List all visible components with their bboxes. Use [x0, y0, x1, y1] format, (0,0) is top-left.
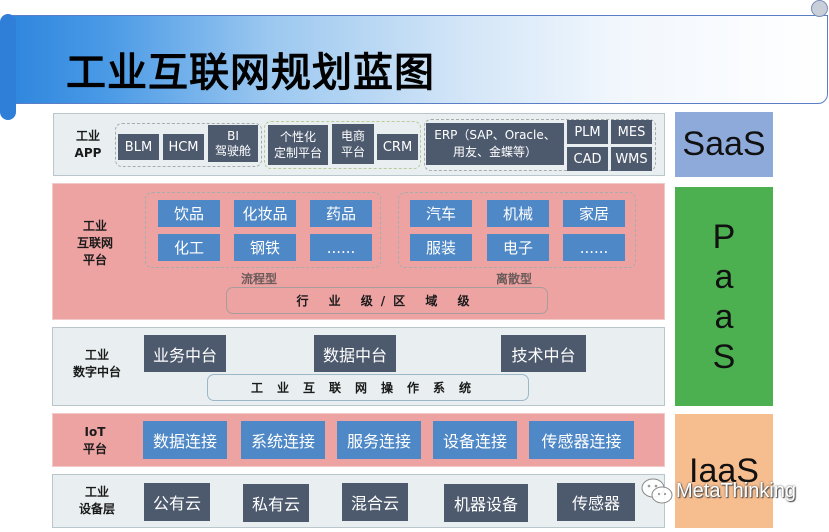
iot-device-connection: 设备连接 [433, 421, 517, 459]
device-sensors: 传感器 [557, 483, 635, 521]
discrete-type-caption: 离散型 [496, 272, 533, 286]
layer-label-device: 工业 设备层 [62, 484, 132, 518]
page-title: 工业互联网规划蓝图 [66, 50, 435, 96]
industry-chemical: 化工 [158, 234, 220, 261]
tier-paas: P a a S [675, 187, 773, 406]
bi-line: BI [227, 128, 239, 143]
paas-letter: P [712, 217, 736, 256]
industry-discrete-more: ...... [563, 234, 625, 261]
custom-line: 定制平台 [273, 146, 322, 160]
erp-line: ERP（SAP、Oracle、 [434, 128, 556, 142]
label-line: 工业 [75, 129, 100, 143]
device-machines: 机器设备 [444, 484, 528, 522]
custom-line: 个性化 [279, 130, 316, 144]
app-hcm: HCM [163, 134, 204, 160]
app-erp: ERP（SAP、Oracle、 用友、金蝶等） [426, 123, 564, 165]
banner-curl-icon [811, 0, 828, 17]
layer-label-iot: IoT 平台 [65, 424, 125, 458]
label-line: 工业 [84, 485, 109, 499]
industry-region-level-bar: 行 业 级/区 域 级 [226, 287, 548, 314]
industry-machinery: 机械 [487, 200, 549, 227]
app-blm: BLM [118, 134, 159, 160]
industry-cosmetics: 化妆品 [234, 200, 296, 227]
app-cad: CAD [567, 147, 608, 171]
industrial-os-bar: 工业互联网操作系统 [207, 374, 529, 401]
app-plm: PLM [567, 120, 608, 144]
iot-service-connection: 服务连接 [337, 421, 421, 459]
watermark: MetaThinking [640, 477, 796, 505]
label-line: 工业 [82, 219, 107, 233]
device-public-cloud: 公有云 [144, 483, 210, 521]
banner-scroll-roll [0, 14, 16, 120]
paas-letter: a [714, 257, 734, 296]
iot-system-connection: 系统连接 [241, 421, 325, 459]
data-middle-platform: 数据中台 [314, 335, 396, 372]
industry-process-more: ...... [310, 234, 372, 261]
industry-steel: 钢铁 [234, 234, 296, 261]
app-wms: WMS [611, 147, 652, 171]
label-line: 设备层 [78, 502, 115, 516]
watermark-text: MetaThinking [676, 479, 797, 502]
bi-line: 驾驶舱 [214, 143, 251, 158]
industry-electronics: 电子 [487, 234, 549, 261]
tier-iaas: IaaS [675, 414, 773, 528]
label-line: 平台 [82, 253, 107, 267]
tier-saas: SaaS [675, 112, 773, 177]
device-hybrid-cloud: 混合云 [342, 483, 408, 521]
label-line: 平台 [82, 442, 107, 456]
erp-line: 用友、金蝶等） [452, 145, 537, 159]
app-ecommerce-platform: 电商 平台 [332, 124, 374, 164]
app-bi-cockpit: BI 驾驶舱 [208, 125, 258, 162]
wechat-icon [641, 478, 673, 504]
layer-label-app: 工业 APP [58, 128, 118, 162]
industry-pharma: 药品 [310, 200, 372, 227]
tech-middle-platform: 技术中台 [501, 335, 586, 372]
iot-sensor-connection: 传感器连接 [529, 421, 634, 459]
app-crm: CRM [377, 134, 418, 160]
ecom-line: 电商 [340, 129, 365, 143]
device-private-cloud: 私有云 [243, 484, 309, 522]
layer-label-platform: 工业 互联网 平台 [60, 218, 130, 269]
layer-label-digital: 工业 数字中台 [62, 347, 132, 381]
label-line: 工业 [84, 348, 109, 362]
industry-apparel: 服装 [410, 234, 472, 261]
industry-beverage: 饮品 [158, 200, 220, 227]
ecom-line: 平台 [340, 145, 365, 159]
label-line: APP [74, 146, 102, 160]
label-line: 数字中台 [72, 365, 121, 379]
app-mes: MES [611, 120, 652, 144]
process-type-caption: 流程型 [241, 272, 278, 286]
label-line: IoT [84, 425, 106, 439]
iot-data-connection: 数据连接 [143, 421, 227, 459]
paas-letter: a [714, 297, 734, 336]
paas-letter: S [712, 337, 736, 376]
business-middle-platform: 业务中台 [144, 335, 226, 372]
industry-home: 家居 [563, 200, 625, 227]
app-custom-platform: 个性化 定制平台 [268, 125, 328, 165]
label-line: 互联网 [76, 236, 113, 250]
industry-automotive: 汽车 [410, 200, 472, 227]
